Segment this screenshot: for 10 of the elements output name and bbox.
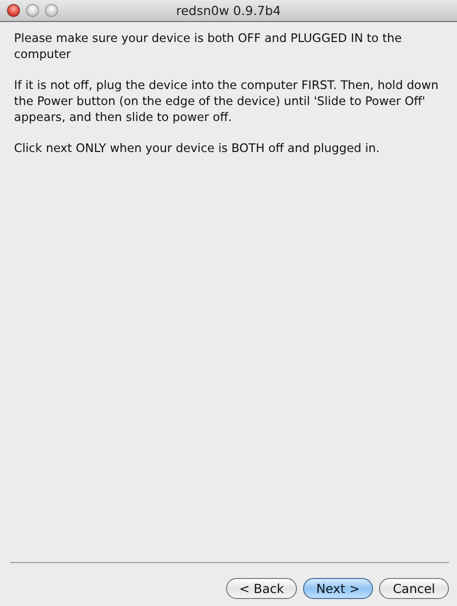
back-button[interactable]: < Back: [226, 578, 297, 599]
zoom-button[interactable]: [45, 4, 58, 17]
close-button[interactable]: [7, 4, 20, 17]
window-title: redsn0w 0.9.7b4: [176, 3, 281, 18]
instruction-text: Please make sure your device is both OFF and PLUGGED IN to the computer: [14, 30, 403, 62]
instruction-text: If it is not off, plug the device into the computer FIRST. Then, hold down the Power button (on the edge of the device) until 'Slide to Power Off' appears, and then slide to power off.: [14, 77, 439, 125]
next-button[interactable]: Next >: [303, 578, 373, 599]
instruction-text: Click next ONLY when your device is BOTH off and plugged in.: [14, 140, 381, 156]
cancel-button[interactable]: Cancel: [379, 578, 449, 599]
minimize-button[interactable]: [26, 4, 39, 17]
